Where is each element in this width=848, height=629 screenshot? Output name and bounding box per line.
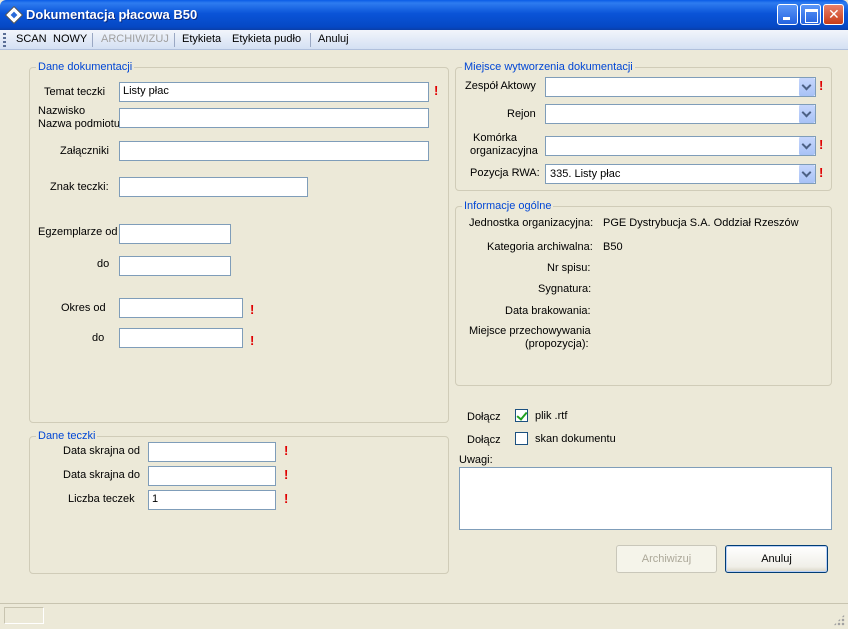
uwagi-label: Uwagi:: [459, 454, 493, 466]
zalaczniki-input[interactable]: [119, 141, 429, 161]
toolbar-separator: [174, 33, 175, 47]
temat-label: Temat teczki: [44, 86, 106, 98]
rejon-select[interactable]: [545, 104, 816, 124]
zespol-aktowy-select[interactable]: [545, 77, 816, 97]
chevron-down-icon[interactable]: [798, 105, 815, 123]
maximize-button[interactable]: [800, 4, 821, 25]
nowy-menu[interactable]: NOWY: [53, 33, 87, 45]
archiwizuj-menu[interactable]: ARCHIWIZUJ: [101, 33, 169, 45]
data-skrajna-od-label: Data skrajna od: [63, 445, 141, 457]
nr-spisu-label: Nr spisu:: [547, 262, 591, 274]
okres-do-label: do: [92, 332, 105, 344]
data-brakowania-label: Data brakowania:: [505, 305, 591, 317]
group-legend: Dane dokumentacji: [36, 61, 135, 73]
skan-checkbox[interactable]: [515, 432, 528, 445]
toolbar-separator: [310, 33, 311, 47]
nazwisko-label: Nazwisko: [38, 105, 86, 117]
okres-od-label: Okres od: [61, 302, 106, 314]
required-mark: !: [819, 165, 824, 180]
required-mark: !: [819, 78, 824, 93]
close-button[interactable]: [823, 4, 844, 25]
chevron-down-icon[interactable]: [798, 165, 815, 183]
informacje-ogolne-group: Informacje ogólne: [455, 200, 832, 386]
liczba-teczek-label: Liczba teczek: [68, 493, 135, 505]
nazwa-podmiotu-label: Nazwa podmiotu: [38, 118, 120, 130]
group-legend: Informacje ogólne: [462, 200, 554, 212]
egzemplarze-od-input[interactable]: [119, 224, 231, 244]
kategoria-label: Kategoria archiwalna:: [487, 241, 593, 253]
toolbar-separator: [92, 33, 93, 47]
archiwizuj-button[interactable]: Archiwizuj: [616, 545, 717, 573]
data-skrajna-do-input[interactable]: [148, 466, 276, 486]
sygnatura-label: Sygnatura:: [538, 283, 592, 295]
toolbar: SCAN NOWY ARCHIWIZUJ Etykieta Etykieta p…: [0, 30, 848, 50]
title-bar: Dokumentacja płacowa B50: [0, 0, 848, 30]
komorka-select[interactable]: [545, 136, 816, 156]
required-mark: !: [250, 333, 255, 348]
okres-od-input[interactable]: [119, 298, 243, 318]
znak-teczki-input[interactable]: [119, 177, 308, 197]
uwagi-textarea[interactable]: [459, 467, 832, 530]
required-mark: !: [434, 83, 439, 98]
group-legend: Miejsce wytworzenia dokumentacji: [462, 61, 635, 73]
plik-rtf-label[interactable]: plik .rtf: [535, 410, 567, 422]
required-mark: !: [250, 302, 255, 317]
anuluj-menu[interactable]: Anuluj: [318, 33, 349, 45]
minimize-button[interactable]: [777, 4, 798, 25]
pozycja-rwa-select[interactable]: 335. Listy płac: [545, 164, 816, 184]
kategoria-value: B50: [603, 241, 623, 253]
komorka-label: Komórka: [473, 132, 518, 144]
egzemplarze-od-label: Egzemplarze od: [38, 226, 118, 238]
required-mark: !: [284, 443, 289, 458]
data-skrajna-do-label: Data skrajna do: [63, 469, 141, 481]
plik-rtf-checkbox[interactable]: [515, 409, 528, 422]
organizacyjna-label: organizacyjna: [470, 145, 538, 157]
temat-input[interactable]: Listy płac: [119, 82, 429, 102]
liczba-teczek-input[interactable]: 1: [148, 490, 276, 510]
chevron-down-icon[interactable]: [798, 137, 815, 155]
jednostka-value: PGE Dystrybucja S.A. Oddział Rzeszów: [603, 217, 799, 229]
status-bar: [0, 603, 848, 629]
okres-do-input[interactable]: [119, 328, 243, 348]
dolacz-label: Dołącz: [467, 434, 501, 446]
pozycja-rwa-label: Pozycja RWA:: [470, 167, 540, 179]
propozycja-label: (propozycja):: [525, 338, 589, 350]
chevron-down-icon[interactable]: [798, 78, 815, 96]
egzemplarze-do-label: do: [97, 258, 110, 270]
etykieta-pudlo-menu[interactable]: Etykieta pudło: [232, 33, 301, 45]
jednostka-label: Jednostka organizacyjna:: [469, 217, 594, 229]
zalaczniki-label: Załączniki: [60, 145, 109, 157]
skan-label[interactable]: skan dokumentu: [535, 433, 616, 445]
etykieta-menu[interactable]: Etykieta: [182, 33, 221, 45]
rejon-label: Rejon: [507, 108, 536, 120]
required-mark: !: [819, 137, 824, 152]
data-skrajna-od-input[interactable]: [148, 442, 276, 462]
app-icon: [4, 5, 24, 25]
scan-menu[interactable]: SCAN: [16, 33, 47, 45]
pozycja-rwa-value: 335. Listy płac: [550, 168, 621, 180]
egzemplarze-do-input[interactable]: [119, 256, 231, 276]
required-mark: !: [284, 467, 289, 482]
miejsce-przechowywania-label: Miejsce przechowywania: [469, 325, 591, 337]
dolacz-label: Dołącz: [467, 411, 501, 423]
window-title: Dokumentacja płacowa B50: [26, 7, 198, 22]
required-mark: !: [284, 491, 289, 506]
status-panel: [4, 607, 44, 624]
zespol-aktowy-label: Zespół Aktowy: [465, 80, 536, 92]
nazwisko-input[interactable]: [119, 108, 429, 128]
toolbar-grip[interactable]: [3, 33, 6, 47]
znak-teczki-label: Znak teczki:: [50, 181, 109, 193]
group-legend: Dane teczki: [36, 430, 98, 442]
anuluj-button[interactable]: Anuluj: [725, 545, 828, 573]
resize-grip-icon[interactable]: [833, 614, 845, 626]
